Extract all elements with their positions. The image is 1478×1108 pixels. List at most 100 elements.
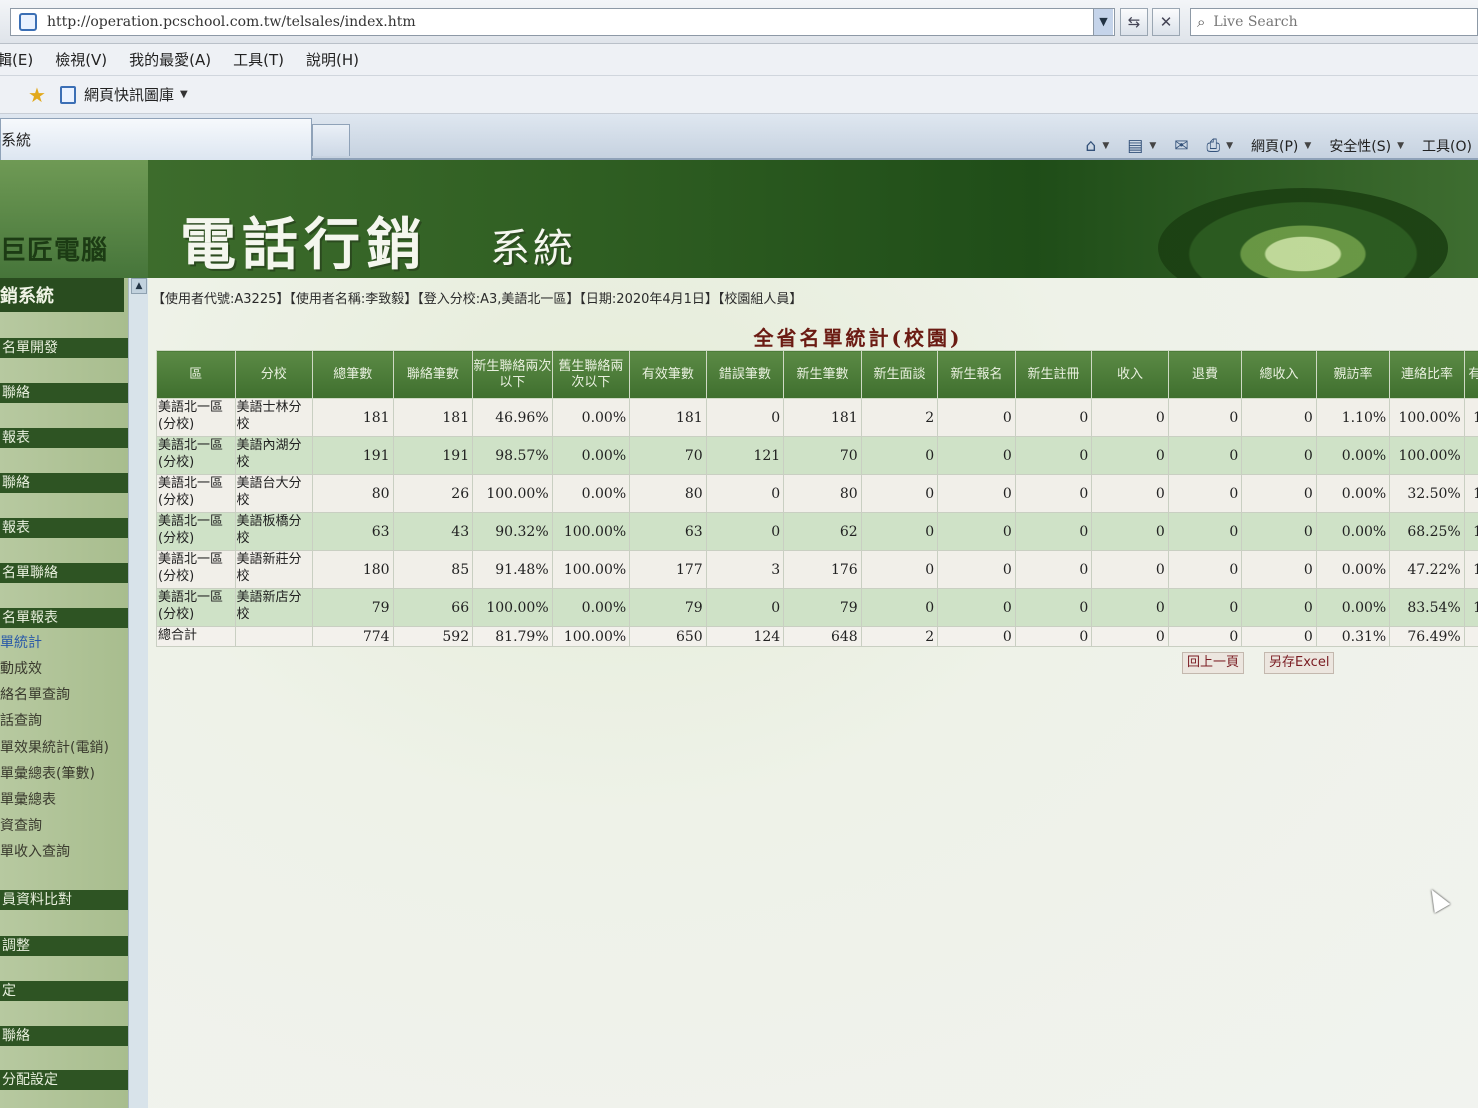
- table-cell: 0.31%: [1315, 626, 1391, 647]
- feeds-icon[interactable]: ▤: [1127, 136, 1143, 156]
- column-header: 聯絡筆數: [392, 350, 474, 399]
- command-bar: ⌂ ▼ ▤ ▼ ✉ ⎙ ▼ 網頁(P) ▼ 安全性(S) ▼ 工具(O): [1086, 136, 1472, 156]
- sidebar-link[interactable]: 資查詢: [0, 817, 42, 835]
- address-dropdown-icon[interactable]: ▼: [1093, 9, 1113, 35]
- table-cell: 181: [629, 398, 707, 437]
- menu-view[interactable]: 檢視(V): [55, 49, 107, 70]
- sidebar-section[interactable]: 聯絡: [0, 383, 128, 403]
- menu-edit[interactable]: 編輯(E): [0, 49, 33, 70]
- column-header: 舊生聯絡兩次以下: [551, 350, 631, 399]
- table-cell: 191: [312, 436, 394, 475]
- sidebar-section[interactable]: 聯絡: [0, 473, 128, 493]
- sidebar-link[interactable]: 單彙總表: [0, 791, 56, 809]
- table-cell: 2: [860, 626, 939, 647]
- table-cell: 美語北一區(分校): [156, 550, 236, 589]
- table-cell: 0: [1241, 474, 1317, 513]
- chevron-down-icon[interactable]: ▼: [1102, 141, 1109, 151]
- page-menu[interactable]: 網頁(P): [1251, 136, 1298, 156]
- sidebar-section[interactable]: 定: [0, 981, 128, 1001]
- web-slice-gallery[interactable]: 網頁快訊圖庫: [84, 84, 174, 105]
- sidebar-section[interactable]: 名單報表: [0, 608, 128, 628]
- save-excel-button[interactable]: 另存Excel: [1264, 652, 1335, 674]
- url-field[interactable]: http://operation.pcschool.com.tw/telsale…: [10, 8, 1115, 36]
- tab-current[interactable]: 系統: [0, 118, 312, 160]
- sidebar-scrollbar[interactable]: ▲: [128, 278, 148, 1108]
- table-cell: 0: [1241, 398, 1317, 437]
- sidebar-link[interactable]: 絡名單查詢: [0, 686, 70, 704]
- column-header: 有: [1463, 350, 1478, 399]
- table-cell: 63: [312, 512, 394, 551]
- table-cell: 0: [860, 512, 939, 551]
- table-cell: 91.48%: [472, 550, 553, 589]
- favorites-star-icon[interactable]: ★: [28, 83, 46, 107]
- sidebar-link[interactable]: 單彙總表(筆數): [0, 765, 95, 783]
- sidebar-link[interactable]: 單收入查詢: [0, 843, 70, 861]
- sidebar-section[interactable]: 名單聯絡: [0, 563, 128, 583]
- table-cell: [1463, 626, 1478, 647]
- table-cell: 81.79%: [472, 626, 553, 647]
- column-header: 總收入: [1241, 350, 1317, 399]
- table-row: 美語北一區(分校) 美語板橋分校 63 43 90.32% 100.00% 63 0 62 0 0 0…: [156, 512, 1478, 551]
- statistics-table: 區分校 總筆數 聯絡筆數 新生聯絡兩次以下 舊生聯絡兩次以下 有效筆數 錯誤筆數 新生筆數 新生…: [156, 350, 1478, 647]
- column-header: 退費: [1167, 350, 1243, 399]
- chevron-down-icon[interactable]: ▼: [1226, 141, 1233, 151]
- chevron-down-icon[interactable]: ▼: [180, 89, 188, 100]
- table-cell: 美語北一區(分校): [156, 474, 236, 513]
- chevron-down-icon[interactable]: ▼: [1304, 141, 1311, 151]
- stop-icon[interactable]: ✕: [1152, 8, 1180, 36]
- mail-icon[interactable]: ✉: [1174, 136, 1188, 156]
- table-header: 區分校 總筆數 聯絡筆數 新生聯絡兩次以下 舊生聯絡兩次以下 有效筆數 錯誤筆數 新生筆數 新生…: [156, 350, 1478, 399]
- table-row: 美語北一區(分校) 美語新莊分校 180 85 91.48% 100.00% 177 3 176…: [156, 550, 1478, 589]
- table-cell: 90.32%: [472, 512, 553, 551]
- sidebar-section[interactable]: 調整: [0, 936, 128, 956]
- menu-help[interactable]: 說明(H): [306, 49, 359, 70]
- table-cell: 46.96%: [472, 398, 553, 437]
- table-cell: 0.00%: [1315, 588, 1391, 627]
- safety-menu[interactable]: 安全性(S): [1329, 136, 1391, 156]
- sidebar-link[interactable]: 動成效: [0, 660, 42, 678]
- print-icon[interactable]: ⎙: [1206, 136, 1220, 156]
- table-cell: 美語北一區(分校): [156, 398, 236, 437]
- table-cell: 美語北一區(分校): [156, 588, 236, 627]
- table-cell: 180: [312, 550, 394, 589]
- table-cell: 0: [705, 512, 785, 551]
- sidebar-section[interactable]: 分配設定: [0, 1070, 128, 1090]
- menu-tools[interactable]: 工具(T): [233, 49, 284, 70]
- table-cell: 0: [1014, 512, 1093, 551]
- scroll-up-icon[interactable]: ▲: [131, 278, 147, 294]
- sidebar-section[interactable]: 報表: [0, 518, 128, 538]
- table-cell: 0.00%: [551, 474, 631, 513]
- table-cell: 43: [392, 512, 474, 551]
- chevron-down-icon[interactable]: ▼: [1397, 141, 1404, 151]
- user-info-bar: 【使用者代號:A3225】【使用者名稱:李致毅】【登入分校:A3,美語北一區】【…: [152, 292, 803, 307]
- table-cell: 0: [1014, 398, 1093, 437]
- sidebar-section[interactable]: 名單開發: [0, 338, 128, 358]
- menu-favorites[interactable]: 我的最愛(A): [129, 49, 211, 70]
- back-button[interactable]: 回上一頁: [1182, 652, 1245, 674]
- tools-menu[interactable]: 工具(O): [1422, 136, 1472, 156]
- table-cell: 0: [1167, 474, 1243, 513]
- table-cell: 0: [1167, 398, 1243, 437]
- chevron-down-icon[interactable]: ▼: [1149, 141, 1156, 151]
- table-cell: 85: [392, 550, 474, 589]
- table-cell: 0: [705, 588, 785, 627]
- sidebar-link[interactable]: 話查詢: [0, 712, 42, 730]
- refresh-icon[interactable]: ⇆: [1120, 8, 1148, 36]
- sidebar-section[interactable]: 員資料比對: [0, 890, 128, 910]
- sidebar-section[interactable]: 報表: [0, 428, 128, 448]
- brand-logo: 巨匠電腦: [0, 236, 109, 266]
- table-cell: 63: [629, 512, 707, 551]
- table-cell: 0.00%: [1315, 474, 1391, 513]
- table-cell: 0: [1091, 512, 1169, 551]
- table-cell: 181: [392, 398, 474, 437]
- sidebar-link[interactable]: 單效果統計(電銷): [0, 739, 109, 757]
- home-icon[interactable]: ⌂: [1086, 136, 1097, 156]
- sidebar-section[interactable]: 聯絡: [0, 1026, 128, 1046]
- sidebar-link[interactable]: 單統計: [0, 634, 42, 652]
- table-cell: 0.00%: [551, 436, 631, 475]
- search-input[interactable]: ⌕ Live Search: [1190, 8, 1478, 36]
- table-row: 美語北一區(分校) 美語台大分校 80 26 100.00% 0.00% 80 0 80 0 0 0 0…: [156, 474, 1478, 513]
- table-cell: 0.00%: [1315, 436, 1391, 475]
- table-cell: [1463, 436, 1478, 475]
- new-tab-button[interactable]: [312, 124, 350, 156]
